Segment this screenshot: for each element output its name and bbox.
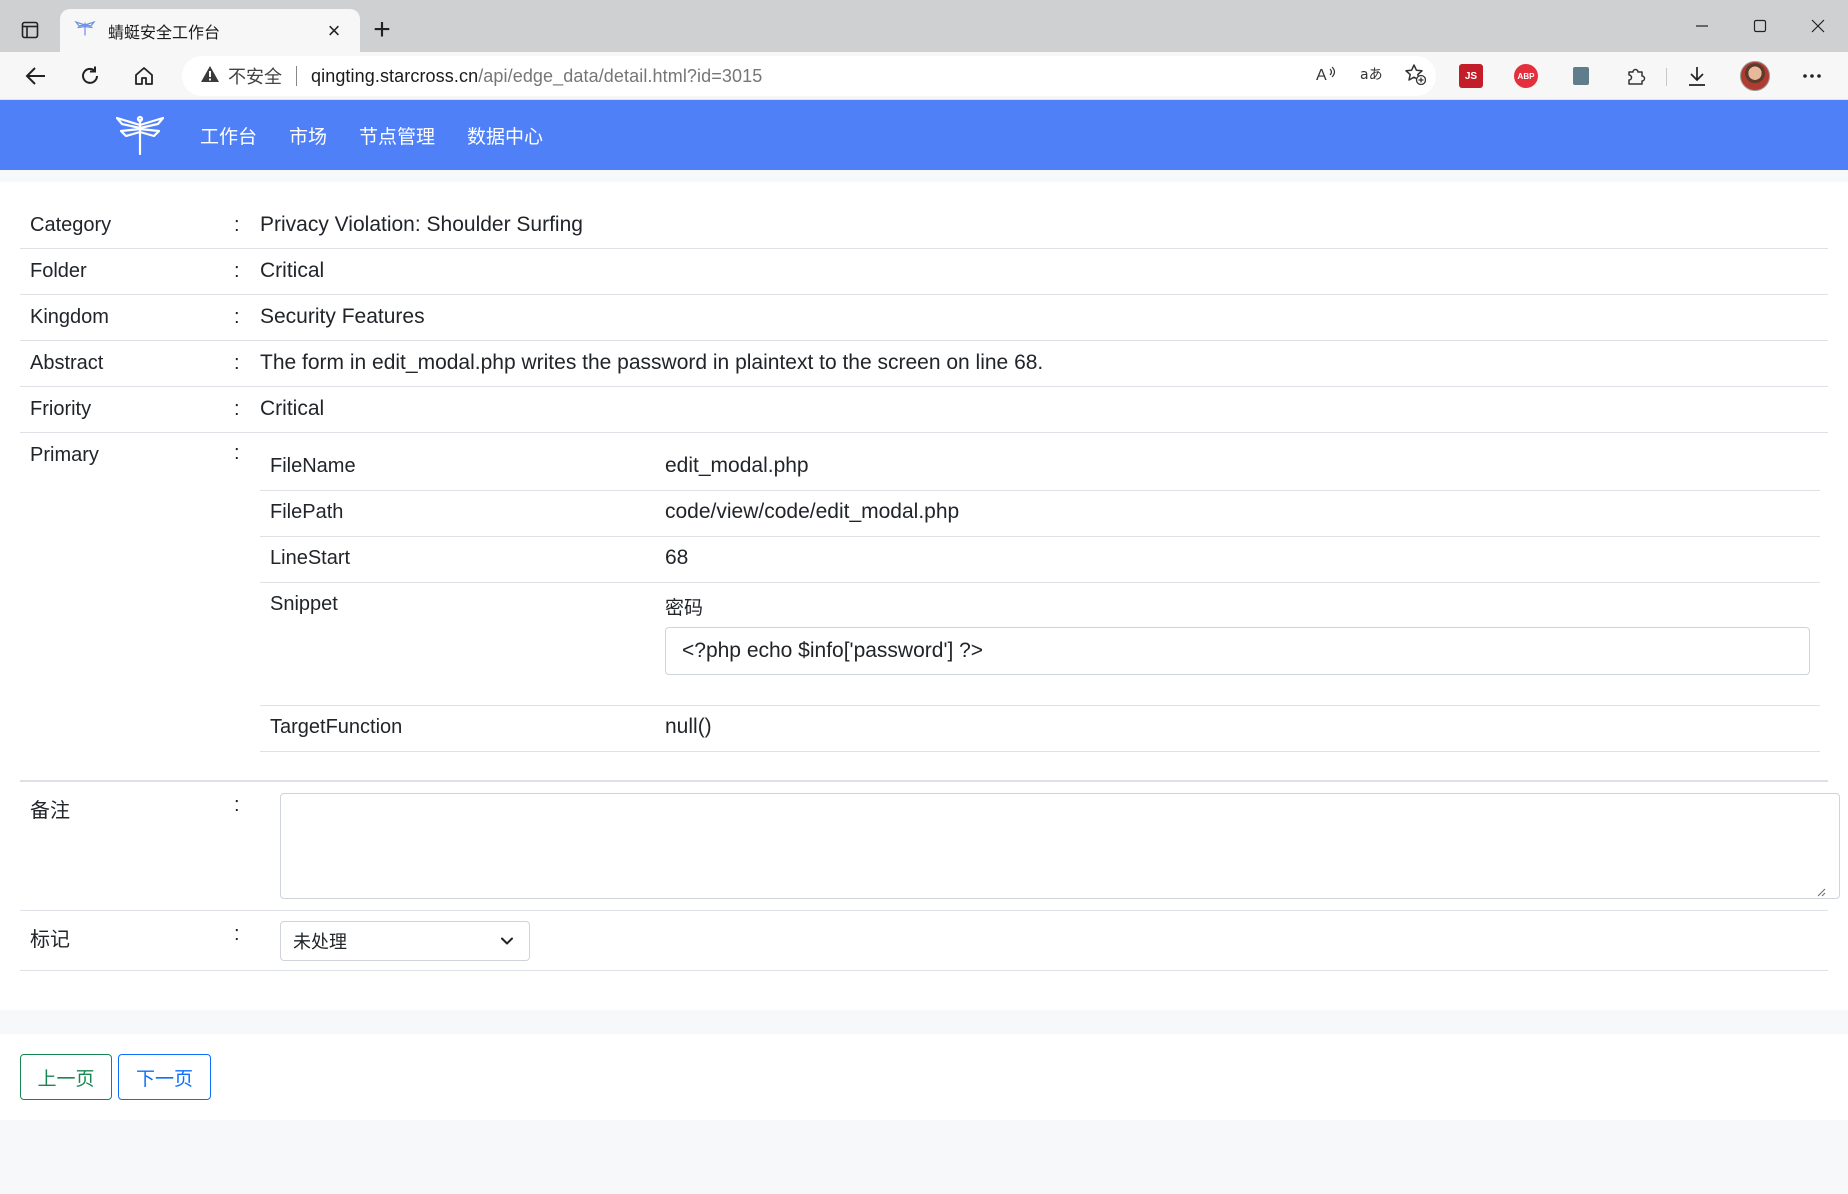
tab-title: 蜻蜓安全工作台 <box>108 24 221 42</box>
dragonfly-favicon-icon <box>74 20 96 41</box>
resize-grip-icon[interactable] <box>1816 887 1826 897</box>
primary-row-filename: FileName edit_modal.php <box>260 445 1820 491</box>
notes-label: 备注 <box>30 800 70 822</box>
prev-page-button[interactable]: 上一页 <box>20 1054 112 1100</box>
row-colon: : <box>234 794 240 816</box>
primary-row-linestart: LineStart 68 <box>260 537 1820 583</box>
profile-avatar[interactable] <box>1740 61 1770 91</box>
primary-label: Primary <box>30 444 99 466</box>
abstract-value: The form in edit_modal.php writes the pa… <box>260 351 1044 374</box>
primary-row-targetfunction: TargetFunction null() <box>260 706 1820 752</box>
adblock-extension-icon[interactable]: ABP <box>1514 64 1538 88</box>
new-tab-icon[interactable]: + <box>364 13 400 46</box>
pager: 上一页 下一页 <box>0 1034 1848 1120</box>
home-icon[interactable] <box>126 58 162 94</box>
address-separator <box>296 66 297 86</box>
nav-market[interactable]: 市场 <box>289 122 327 149</box>
download-icon[interactable] <box>1685 64 1709 88</box>
folder-label: Folder <box>30 260 87 282</box>
toolbar-separator <box>1666 68 1667 86</box>
abstract-label: Abstract <box>30 352 104 374</box>
url-path: /api/edge_data/detail.html?id=3015 <box>478 65 763 86</box>
close-window-icon[interactable] <box>1790 8 1846 44</box>
snippet-caption: 密码 <box>665 598 704 619</box>
row-colon: : <box>234 923 240 945</box>
snippet-key: Snippet <box>270 593 338 615</box>
address-bar[interactable]: 不安全 qingting.starcross.cn/api/edge_data/… <box>182 56 1436 96</box>
filepath-key: FilePath <box>270 501 344 523</box>
linestart-key: LineStart <box>270 547 351 569</box>
add-favorite-icon[interactable] <box>1404 63 1427 90</box>
detail-card: Category : Privacy Violation: Shoulder S… <box>0 182 1848 1010</box>
next-page-button[interactable]: 下一页 <box>118 1054 211 1100</box>
mark-label: 标记 <box>30 929 70 951</box>
category-value: Privacy Violation: Shoulder Surfing <box>260 213 583 236</box>
row-colon: : <box>234 442 240 464</box>
mark-status-select[interactable]: 未处理 <box>280 921 530 961</box>
row-colon: : <box>234 306 240 328</box>
filename-value: edit_modal.php <box>665 454 809 477</box>
filename-key: FileName <box>270 455 356 477</box>
friority-value: Critical <box>260 397 325 420</box>
svg-text:aあ: aあ <box>1360 67 1382 83</box>
category-label: Category <box>30 214 112 236</box>
maximize-icon[interactable] <box>1732 8 1788 44</box>
notes-textarea[interactable] <box>280 793 1840 899</box>
more-options-icon[interactable] <box>1800 64 1824 88</box>
detail-row-notes: 备注 : <box>20 782 1840 911</box>
kingdom-value: Security Features <box>260 305 425 328</box>
browser-titlebar: 蜻蜓安全工作台 × + <box>0 0 1848 52</box>
filepath-value: code/view/code/edit_modal.php <box>665 500 960 523</box>
kingdom-label: Kingdom <box>30 306 109 328</box>
mark-selected-value: 未处理 <box>293 932 347 952</box>
back-icon[interactable] <box>18 58 54 94</box>
site-header: 工作台 市场 节点管理 数据中心 <box>0 100 1848 170</box>
row-colon: : <box>234 398 240 420</box>
detail-row-folder: Folder : Critical <box>20 249 1828 295</box>
document-extension-icon[interactable] <box>1573 67 1589 85</box>
targetfunction-key: TargetFunction <box>270 716 403 738</box>
nav-node-management[interactable]: 节点管理 <box>359 122 435 149</box>
site-nav: 工作台 市场 节点管理 数据中心 <box>200 100 543 170</box>
tab-actions-icon[interactable] <box>14 14 46 46</box>
row-colon: : <box>234 214 240 236</box>
targetfunction-value: null() <box>665 715 712 738</box>
extensions-puzzle-icon[interactable] <box>1624 64 1648 88</box>
svg-text:A: A <box>1316 67 1327 84</box>
primary-row-snippet: Snippet 密码 <?php echo $info['password'] … <box>260 583 1820 706</box>
read-aloud-icon[interactable]: A <box>1316 64 1338 89</box>
refresh-icon[interactable] <box>72 58 108 94</box>
nav-workbench[interactable]: 工作台 <box>200 122 257 149</box>
js-extension-icon[interactable]: JS <box>1459 64 1483 88</box>
detail-row-abstract: Abstract : The form in edit_modal.php wr… <box>20 341 1828 387</box>
url-host: qingting.starcross.cn <box>311 65 479 86</box>
security-status[interactable]: 不安全 <box>228 63 282 89</box>
dragonfly-logo-icon[interactable] <box>114 114 166 156</box>
translate-icon[interactable]: aあ <box>1360 64 1383 89</box>
close-tab-icon[interactable]: × <box>322 18 346 43</box>
friority-label: Friority <box>30 398 92 420</box>
nav-data-center[interactable]: 数据中心 <box>467 122 543 149</box>
detail-row-mark: 标记 : 未处理 <box>20 911 1828 971</box>
row-colon: : <box>234 260 240 282</box>
url-text[interactable]: qingting.starcross.cn/api/edge_data/deta… <box>311 66 762 87</box>
row-colon: : <box>234 352 240 374</box>
detail-row-category: Category : Privacy Violation: Shoulder S… <box>20 204 1828 249</box>
linestart-value: 68 <box>665 546 689 569</box>
minimize-icon[interactable] <box>1674 8 1730 44</box>
primary-row-filepath: FilePath code/view/code/edit_modal.php <box>260 491 1820 537</box>
chevron-down-icon <box>501 937 513 945</box>
folder-value: Critical <box>260 259 325 282</box>
detail-row-kingdom: Kingdom : Security Features <box>20 295 1828 341</box>
browser-toolbar: 不安全 qingting.starcross.cn/api/edge_data/… <box>0 52 1848 100</box>
snippet-code-box: <?php echo $info['password'] ?> <box>665 627 1810 675</box>
browser-tab-active[interactable]: 蜻蜓安全工作台 × <box>60 9 360 52</box>
warning-icon[interactable] <box>200 65 220 88</box>
detail-row-friority: Friority : Critical <box>20 387 1828 433</box>
